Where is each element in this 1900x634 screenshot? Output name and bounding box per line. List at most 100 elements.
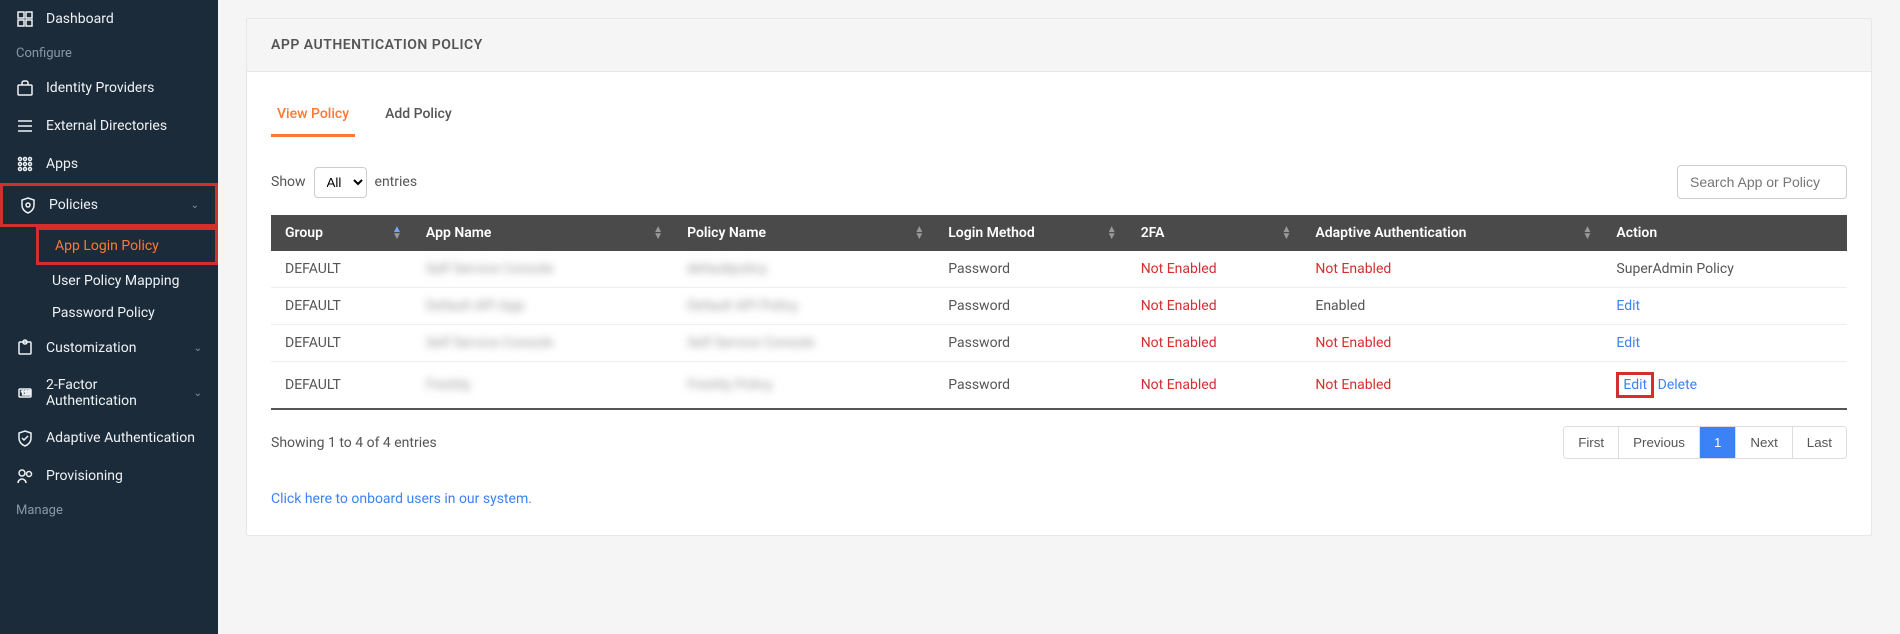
- svg-text:123: 123: [21, 390, 31, 397]
- dashboard-icon: [16, 10, 34, 28]
- cell-login-method: Password: [934, 288, 1126, 325]
- main-content: APP AUTHENTICATION POLICY View Policy Add…: [218, 0, 1900, 634]
- cell-login-method: Password: [934, 325, 1126, 362]
- cell-app-name: Default API App: [412, 288, 673, 325]
- table-row: DEFAULTFreshlyFreshly PolicyPasswordNot …: [271, 362, 1847, 410]
- card-header: APP AUTHENTICATION POLICY: [247, 19, 1871, 72]
- table-row: DEFAULTSelf Service Consoledefaultpolicy…: [271, 251, 1847, 288]
- table-row: DEFAULTSelf Service ConsoleSelf Service …: [271, 325, 1847, 362]
- tab-view-policy[interactable]: View Policy: [271, 96, 355, 137]
- sidebar: Dashboard Configure Identity Providers Exte…: [0, 0, 218, 634]
- page-btn-previous[interactable]: Previous: [1619, 427, 1700, 458]
- sort-icon: ▲▼: [1583, 226, 1593, 240]
- page-btn-last[interactable]: Last: [1793, 427, 1846, 458]
- nav-item-adaptive-authentication[interactable]: Adaptive Authentication: [0, 419, 218, 457]
- entries-after-label: entries: [375, 174, 418, 190]
- table-row: DEFAULTDefault API AppDefault API Policy…: [271, 288, 1847, 325]
- cell-2fa: Not Enabled: [1127, 325, 1302, 362]
- nav-label: External Directories: [46, 118, 167, 134]
- nav-subitem-user-policy-mapping[interactable]: User Policy Mapping: [36, 265, 218, 297]
- nav-item-external-directories[interactable]: External Directories: [0, 107, 218, 145]
- controls-row: Show All entries: [271, 165, 1847, 199]
- cell-2fa: Not Enabled: [1127, 362, 1302, 410]
- nav-label: Apps: [46, 156, 78, 172]
- delete-link[interactable]: Delete: [1658, 377, 1697, 393]
- nav-label: Policies: [49, 197, 98, 213]
- column-group[interactable]: Group▲▼: [271, 215, 412, 251]
- card-body: View Policy Add Policy Show All entries G…: [247, 72, 1871, 535]
- sort-icon: ▲▼: [1281, 226, 1291, 240]
- cell-app-name: Self Service Console: [412, 251, 673, 288]
- column-policy-name[interactable]: Policy Name▲▼: [673, 215, 934, 251]
- shield-icon: [19, 196, 37, 214]
- cell-app-name: Self Service Console: [412, 325, 673, 362]
- nav-label: 2-Factor Authentication: [46, 377, 182, 409]
- entries-select[interactable]: All: [314, 167, 367, 198]
- cell-action: Edit: [1602, 325, 1847, 362]
- column-app-name[interactable]: App Name▲▼: [412, 215, 673, 251]
- check-shield-icon: [16, 429, 34, 447]
- column-2fa[interactable]: 2FA▲▼: [1127, 215, 1302, 251]
- table-footer: Showing 1 to 4 of 4 entries FirstPreviou…: [271, 426, 1847, 459]
- cell-2fa: Not Enabled: [1127, 288, 1302, 325]
- nav-section-manage: Manage: [0, 495, 218, 526]
- column-action[interactable]: Action: [1602, 215, 1847, 251]
- cell-group: DEFAULT: [271, 325, 412, 362]
- chevron-down-icon: ⌄: [191, 200, 199, 211]
- chevron-down-icon: ⌄: [194, 343, 202, 354]
- cell-app-name: Freshly: [412, 362, 673, 410]
- nav-item-customization[interactable]: Customization ⌄: [0, 329, 218, 367]
- nav-subitem-password-policy[interactable]: Password Policy: [36, 297, 218, 329]
- nav-subitem-app-login-policy[interactable]: App Login Policy: [36, 227, 218, 265]
- tab-add-policy[interactable]: Add Policy: [379, 96, 458, 137]
- show-label: Show: [271, 174, 306, 190]
- cell-action: Edit: [1602, 288, 1847, 325]
- page-btn-next[interactable]: Next: [1736, 427, 1792, 458]
- nav-item-policies[interactable]: Policies ⌄: [0, 183, 218, 227]
- nav-item-apps[interactable]: Apps: [0, 145, 218, 183]
- nav-item-provisioning[interactable]: Provisioning: [0, 457, 218, 495]
- column-adaptive-authentication[interactable]: Adaptive Authentication▲▼: [1301, 215, 1602, 251]
- sort-icon: ▲▼: [392, 226, 402, 240]
- search-input[interactable]: [1677, 165, 1847, 199]
- badge-icon: 123: [16, 384, 34, 402]
- grid-icon: [16, 155, 34, 173]
- nav-item-2-factor-authentication[interactable]: 123 2-Factor Authentication ⌄: [0, 367, 218, 419]
- nav-label: Adaptive Authentication: [46, 430, 195, 446]
- sort-icon: ▲▼: [914, 226, 924, 240]
- cell-policy-name: Freshly Policy: [673, 362, 934, 410]
- nav-label: Dashboard: [46, 11, 114, 27]
- cell-adaptive: Not Enabled: [1301, 362, 1602, 410]
- sort-icon: ▲▼: [653, 226, 663, 240]
- puzzle-icon: [16, 339, 34, 357]
- cell-policy-name: Self Service Console: [673, 325, 934, 362]
- edit-link[interactable]: Edit: [1616, 298, 1640, 314]
- tabs: View Policy Add Policy: [271, 96, 1847, 137]
- nav-label: Customization: [46, 340, 136, 356]
- page-btn-first[interactable]: First: [1564, 427, 1619, 458]
- cell-policy-name: Default API Policy: [673, 288, 934, 325]
- edit-link[interactable]: Edit: [1616, 335, 1640, 351]
- chevron-down-icon: ⌄: [194, 388, 202, 399]
- briefcase-icon: [16, 79, 34, 97]
- onboard-link[interactable]: Click here to onboard users in our syste…: [271, 491, 1847, 507]
- cell-group: DEFAULT: [271, 251, 412, 288]
- list-icon: [16, 117, 34, 135]
- cell-group: DEFAULT: [271, 362, 412, 410]
- nav-section-configure: Configure: [0, 38, 218, 69]
- nav-label: Identity Providers: [46, 80, 154, 96]
- nav-item-identity-providers[interactable]: Identity Providers: [0, 69, 218, 107]
- edit-link[interactable]: Edit: [1616, 372, 1654, 398]
- cell-group: DEFAULT: [271, 288, 412, 325]
- nav-label: Provisioning: [46, 468, 123, 484]
- column-login-method[interactable]: Login Method▲▼: [934, 215, 1126, 251]
- cell-2fa: Not Enabled: [1127, 251, 1302, 288]
- policy-table: Group▲▼App Name▲▼Policy Name▲▼Login Meth…: [271, 215, 1847, 410]
- cell-login-method: Password: [934, 251, 1126, 288]
- cell-policy-name: defaultpolicy: [673, 251, 934, 288]
- sort-icon: ▲▼: [1107, 226, 1117, 240]
- page-btn-1[interactable]: 1: [1700, 427, 1736, 458]
- nav-item-dashboard[interactable]: Dashboard: [0, 0, 218, 38]
- cell-login-method: Password: [934, 362, 1126, 410]
- cell-adaptive: Not Enabled: [1301, 251, 1602, 288]
